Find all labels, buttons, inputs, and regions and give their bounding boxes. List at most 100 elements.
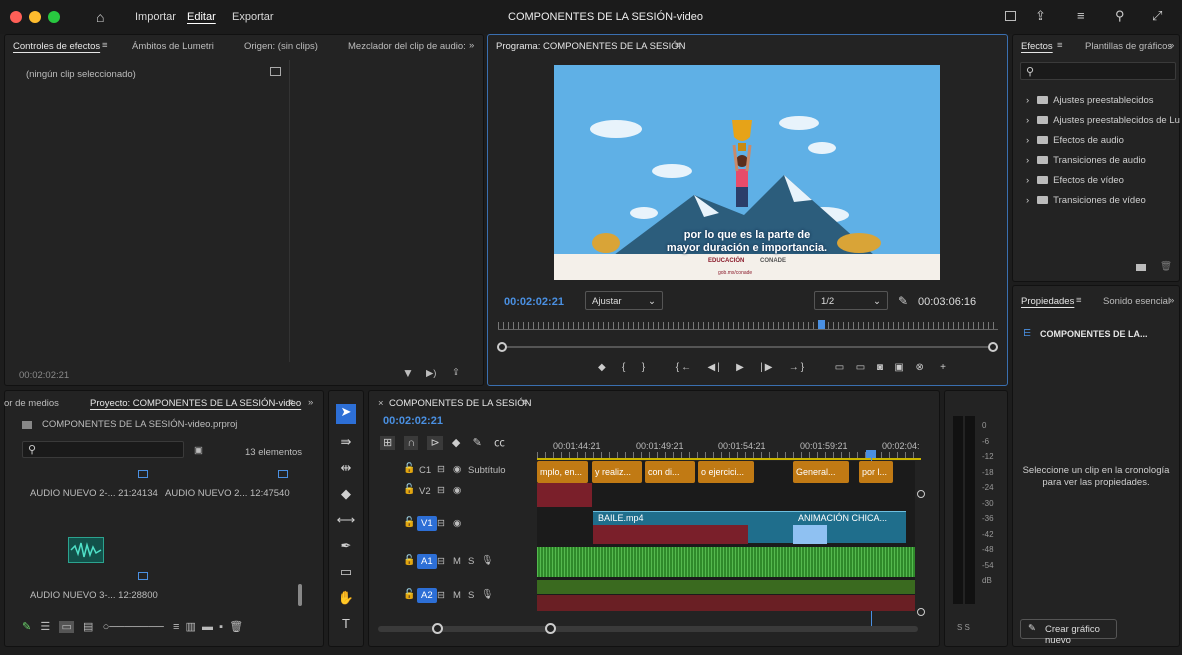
go-to-in-icon[interactable]: {← bbox=[676, 362, 693, 373]
selection-tool-icon[interactable]: ➤ bbox=[336, 404, 356, 424]
lock-icon[interactable]: 🔓 bbox=[403, 589, 415, 600]
lock-icon[interactable]: 🔓 bbox=[403, 517, 415, 528]
workspaces-icon[interactable]: ≡ bbox=[1077, 8, 1085, 23]
new-item-icon[interactable]: ▪ bbox=[219, 621, 223, 633]
extract-icon[interactable]: ▭ bbox=[856, 362, 867, 373]
eye-icon[interactable]: ◉ bbox=[453, 464, 461, 475]
zoom-window-button[interactable] bbox=[48, 11, 60, 23]
trash-icon[interactable]: 🗑 bbox=[229, 621, 243, 633]
step-forward-icon[interactable]: |▶ bbox=[760, 362, 774, 373]
rectangle-tool-icon[interactable]: ▭ bbox=[336, 564, 356, 584]
track-target-a2[interactable]: A2 bbox=[417, 588, 437, 603]
solo-button[interactable]: S bbox=[468, 556, 474, 567]
lock-icon[interactable]: 🔓 bbox=[403, 555, 415, 566]
horizontal-scrollbar[interactable] bbox=[378, 626, 918, 632]
tab-essential-sound[interactable]: Sonido esencial bbox=[1103, 296, 1170, 307]
video-clip[interactable]: ANIMACIÓN CHICA... bbox=[793, 511, 906, 544]
video-clip[interactable] bbox=[748, 511, 793, 543]
freeform-view-icon[interactable]: ▤ bbox=[83, 621, 93, 633]
caption-clip[interactable]: con di... bbox=[645, 461, 695, 483]
eye-icon[interactable]: ◉ bbox=[453, 518, 461, 529]
sync-lock-icon[interactable]: ⊟ bbox=[437, 518, 445, 529]
new-bin-icon[interactable] bbox=[1136, 264, 1146, 271]
new-bin-from-search-icon[interactable]: ▣ bbox=[194, 445, 203, 456]
hand-tool-icon[interactable]: ✋ bbox=[336, 590, 356, 610]
track-select-tool-icon[interactable]: ⇛ bbox=[336, 434, 356, 454]
compare-icon[interactable]: ▣ bbox=[894, 362, 905, 373]
project-item[interactable]: AUDIO NUEVO 2... 12:47540 bbox=[165, 488, 290, 499]
track-target-a1[interactable]: A1 bbox=[417, 554, 437, 569]
panel-menu-icon[interactable]: ≡ bbox=[102, 40, 108, 51]
audio-waveform-thumbnail[interactable] bbox=[68, 537, 104, 563]
play-icon[interactable]: ▶ bbox=[736, 362, 746, 373]
share-icon[interactable]: ⇪ bbox=[1035, 8, 1046, 24]
more-tabs-icon[interactable]: » bbox=[469, 40, 474, 51]
captions-icon[interactable]: ㏄ bbox=[494, 437, 505, 449]
list-view-icon[interactable]: ☰ bbox=[40, 621, 50, 633]
caption-clip[interactable]: o ejercici... bbox=[698, 461, 754, 483]
fullscreen-icon[interactable]: ⤢ bbox=[1152, 8, 1162, 24]
timeline-timecode[interactable]: 00:02:02:21 bbox=[383, 415, 443, 427]
minimize-window-button[interactable] bbox=[29, 11, 41, 23]
audio-clip-a2-lower[interactable] bbox=[537, 595, 915, 611]
close-window-button[interactable] bbox=[10, 11, 22, 23]
audio-clip-a2[interactable] bbox=[537, 580, 915, 594]
vertical-scroll-handle[interactable] bbox=[917, 608, 925, 616]
program-ruler[interactable] bbox=[498, 322, 998, 330]
fit-dropdown[interactable]: Ajustar ⌄ bbox=[585, 291, 663, 310]
nest-icon[interactable]: ⊞ bbox=[380, 436, 396, 450]
zoom-handle-right[interactable] bbox=[988, 342, 998, 352]
solo-buttons[interactable]: S S bbox=[957, 623, 970, 632]
add-button-icon[interactable]: + bbox=[940, 362, 948, 373]
sync-lock-icon[interactable]: ⊟ bbox=[437, 485, 445, 496]
home-icon[interactable]: ⌂ bbox=[96, 9, 104, 25]
mute-button[interactable]: M bbox=[453, 590, 461, 601]
more-tabs-icon[interactable]: » bbox=[308, 397, 313, 408]
tab-lumetri-scopes[interactable]: Ámbitos de Lumetri bbox=[132, 41, 214, 52]
trash-icon[interactable]: 🗑 bbox=[1160, 261, 1172, 272]
timeline-menu-icon[interactable]: ≡ bbox=[522, 397, 528, 408]
sync-lock-icon[interactable]: ⊟ bbox=[437, 464, 445, 475]
lock-icon[interactable]: 🔓 bbox=[403, 463, 415, 474]
mute-button[interactable]: M bbox=[453, 556, 461, 567]
camera-icon[interactable]: ◙ bbox=[877, 362, 885, 373]
caption-clip[interactable]: y realiz... bbox=[592, 461, 642, 483]
project-menu-icon[interactable]: ≡ bbox=[288, 397, 294, 408]
tab-source[interactable]: Origen: (sin clips) bbox=[244, 41, 318, 52]
mark-out-icon[interactable]: } bbox=[642, 362, 647, 373]
timeline-ruler[interactable] bbox=[537, 452, 921, 460]
effects-search-input[interactable]: ⚲ bbox=[1020, 62, 1176, 80]
tab-media-browser[interactable]: or de medios bbox=[4, 398, 59, 409]
close-icon[interactable]: × bbox=[378, 398, 384, 409]
tab-properties[interactable]: Propiedades bbox=[1021, 296, 1074, 307]
caption-clip[interactable]: por l... bbox=[859, 461, 893, 483]
ripple-edit-tool-icon[interactable]: ⇹ bbox=[336, 460, 356, 480]
effects-menu-icon[interactable]: ≡ bbox=[1057, 40, 1063, 51]
mark-in-icon[interactable]: { bbox=[622, 362, 627, 373]
project-search-input[interactable]: ⚲ bbox=[22, 441, 184, 458]
project-item[interactable]: AUDIO NUEVO 3-... 12:28800 bbox=[30, 590, 158, 601]
wrench-icon[interactable]: ✎ bbox=[473, 437, 482, 449]
properties-menu-icon[interactable]: ≡ bbox=[1076, 295, 1082, 306]
more-tabs-icon[interactable]: » bbox=[1169, 295, 1174, 306]
slip-tool-icon[interactable]: ⟷ bbox=[336, 512, 356, 532]
program-playhead[interactable] bbox=[818, 320, 825, 329]
effects-folder-presets[interactable]: › Ajustes preestablecidos bbox=[1026, 95, 1154, 106]
effects-folder-audio-transitions[interactable]: › Transiciones de audio bbox=[1026, 155, 1146, 166]
icon-view-icon[interactable]: ▭ bbox=[59, 621, 74, 633]
type-tool-icon[interactable]: T bbox=[336, 616, 356, 636]
add-marker-icon[interactable]: ◆ bbox=[452, 437, 460, 449]
microphone-icon[interactable]: 🎙 bbox=[481, 555, 493, 566]
lock-icon[interactable]: 🔓 bbox=[403, 484, 415, 495]
sync-lock-icon[interactable]: ⊟ bbox=[437, 556, 445, 567]
menu-export[interactable]: Exportar bbox=[232, 11, 274, 23]
project-item[interactable]: AUDIO NUEVO 2-... 21:24134 bbox=[30, 488, 158, 499]
automate-icon[interactable]: ▥ bbox=[186, 621, 196, 633]
solo-button[interactable]: S bbox=[468, 590, 474, 601]
go-to-out-icon[interactable]: →} bbox=[789, 362, 806, 373]
pencil-icon[interactable]: ✎ bbox=[22, 621, 31, 633]
marker-icon[interactable]: ◆ bbox=[598, 362, 608, 373]
lift-icon[interactable]: ▭ bbox=[835, 362, 846, 373]
play-audio-icon[interactable]: ▶) bbox=[426, 368, 436, 379]
h-scroll-handle-left[interactable] bbox=[432, 623, 443, 634]
